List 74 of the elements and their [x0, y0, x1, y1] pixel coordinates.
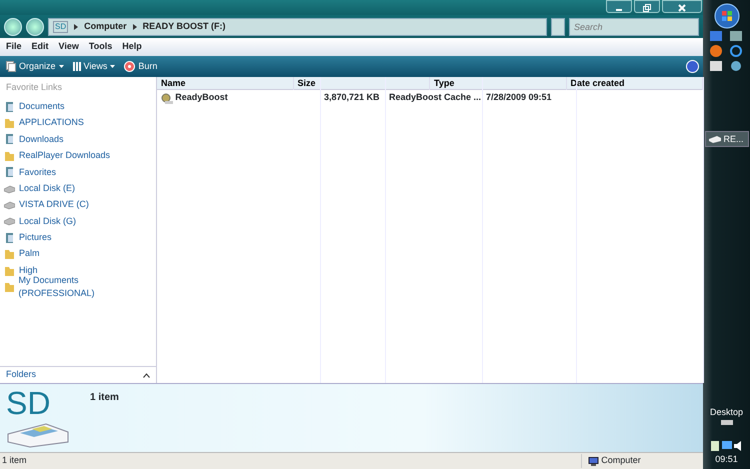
chevron-icon: [143, 372, 150, 378]
column-header[interactable]: Type: [430, 77, 566, 90]
folder-icon: [4, 150, 15, 162]
folder-icon: [4, 248, 15, 260]
breadcrumb-item[interactable]: Computer: [84, 20, 127, 34]
document-icon: [4, 133, 15, 146]
search-field[interactable]: Search: [569, 18, 699, 36]
separator-icon: [74, 24, 78, 30]
drive-label: SD: [53, 20, 68, 32]
caret-icon: [110, 65, 116, 68]
restore-button[interactable]: [634, 0, 660, 13]
status-zone: Computer: [601, 454, 641, 468]
restore-icon: [643, 4, 651, 12]
document-icon: [4, 232, 15, 244]
menu-item[interactable]: Tools: [88, 40, 112, 54]
document-icon: [4, 166, 15, 178]
menu-item[interactable]: Edit: [32, 40, 49, 54]
column-header[interactable]: Name: [157, 77, 294, 90]
start-button[interactable]: [714, 3, 740, 29]
folder-icon: [4, 280, 14, 293]
sidebar-item[interactable]: Documents: [0, 98, 156, 115]
sidebar-item[interactable]: Pictures: [0, 230, 156, 246]
app-icon[interactable]: [710, 61, 722, 72]
file-row[interactable]: ReadyBoost 3,870,721 KB ReadyBoost Cache ... 7/28/2009 09:51: [157, 90, 703, 106]
sidebar-item[interactable]: Palm: [0, 246, 156, 262]
taskbar-window-button[interactable]: RE...: [704, 131, 748, 148]
sidebar-heading: Favorite Links: [5, 81, 64, 94]
column-header[interactable]: Date created: [566, 77, 703, 90]
document-icon: [4, 100, 15, 113]
item-count: 1 item: [90, 391, 119, 405]
drive-icon: [4, 182, 15, 195]
folder-icon: [4, 117, 15, 130]
app-icon[interactable]: [730, 61, 742, 72]
tray-icon[interactable]: [720, 420, 732, 428]
desktop-icon[interactable]: [710, 31, 722, 42]
sidebar-item[interactable]: APPLICATIONS: [0, 114, 156, 132]
toolbar-button[interactable]: Organize: [6, 60, 64, 74]
help-icon[interactable]: [686, 60, 698, 73]
computer-icon: [588, 456, 599, 466]
sidebar-item[interactable]: Favorites: [0, 164, 156, 180]
sidebar-item[interactable]: Downloads: [0, 131, 156, 148]
sidebar-item[interactable]: Local Disk (G): [0, 213, 156, 230]
drive-icon: [708, 134, 722, 144]
minimize-button[interactable]: [606, 0, 632, 13]
caret-icon: [58, 65, 64, 68]
drive-icon: [4, 199, 15, 212]
sidebar-item[interactable]: RealPlayer Downloads: [0, 148, 156, 164]
forward-button[interactable]: [26, 18, 44, 36]
disc-icon: [124, 61, 136, 72]
refresh-button[interactable]: [551, 18, 565, 36]
sidebar-item[interactable]: VISTA DRIVE (C): [0, 196, 156, 214]
status-text: 1 item: [2, 454, 27, 468]
separator-icon: [132, 24, 137, 30]
sidebar-item[interactable]: My Documents (PROFESSIONAL): [0, 278, 156, 296]
column-header[interactable]: Size: [294, 77, 430, 90]
close-icon: [678, 4, 686, 12]
address-bar[interactable]: SD Computer READY BOOST (F:): [48, 18, 547, 36]
menu-item[interactable]: View: [58, 40, 79, 54]
speaker-icon: [734, 441, 742, 451]
menu-item[interactable]: Help: [122, 40, 142, 54]
menu-item[interactable]: File: [6, 40, 22, 54]
folder-icon: [4, 264, 15, 277]
sidebar-item[interactable]: Local Disk (E): [0, 180, 156, 197]
toolbar-button[interactable]: Burn: [124, 60, 158, 74]
drive-logo: SD: [6, 388, 52, 418]
drive-icon: [4, 215, 15, 228]
desktop-label[interactable]: Desktop: [710, 406, 744, 420]
pages-icon: [6, 61, 16, 72]
toolbar-button[interactable]: Views: [72, 60, 116, 74]
back-button[interactable]: [4, 18, 22, 36]
views-icon: [72, 62, 81, 71]
close-button[interactable]: [662, 0, 702, 13]
breadcrumb-item[interactable]: READY BOOST (F:): [142, 20, 226, 34]
clock: 09:51: [715, 453, 738, 466]
